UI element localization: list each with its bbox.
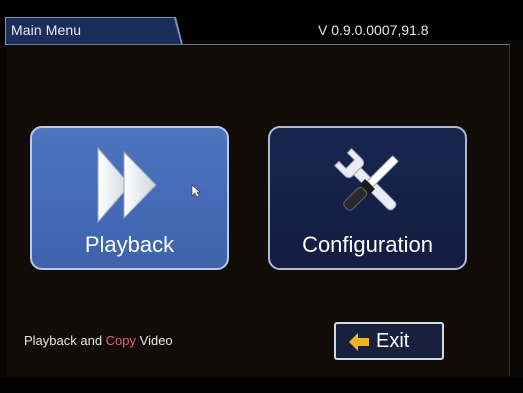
status-text-accent: Copy (105, 333, 137, 348)
version-label: V 0.9.0.0007,91.8 (318, 22, 429, 38)
fast-forward-icon (97, 146, 157, 224)
status-text-part: Playback and (24, 333, 106, 348)
status-text-part: Video (136, 333, 173, 348)
configuration-label: Configuration (302, 232, 433, 257)
arrow-left-icon (349, 333, 369, 351)
playback-label: Playback (84, 232, 175, 257)
page-title: Main Menu (11, 22, 82, 38)
bottom-strip (0, 377, 523, 393)
playback-button[interactable]: Playback (30, 126, 229, 270)
wrench-screwdriver-icon (334, 147, 399, 211)
mouse-cursor-icon (191, 184, 201, 198)
screen-frame: Main Menu V 0.9.0.0007,91.8 Playback Con… (0, 0, 523, 393)
exit-button[interactable]: Exit (334, 322, 444, 360)
status-text: Playback and Copy Video (24, 333, 173, 348)
exit-label: Exit (376, 330, 410, 352)
configuration-button[interactable]: Configuration (268, 126, 467, 270)
